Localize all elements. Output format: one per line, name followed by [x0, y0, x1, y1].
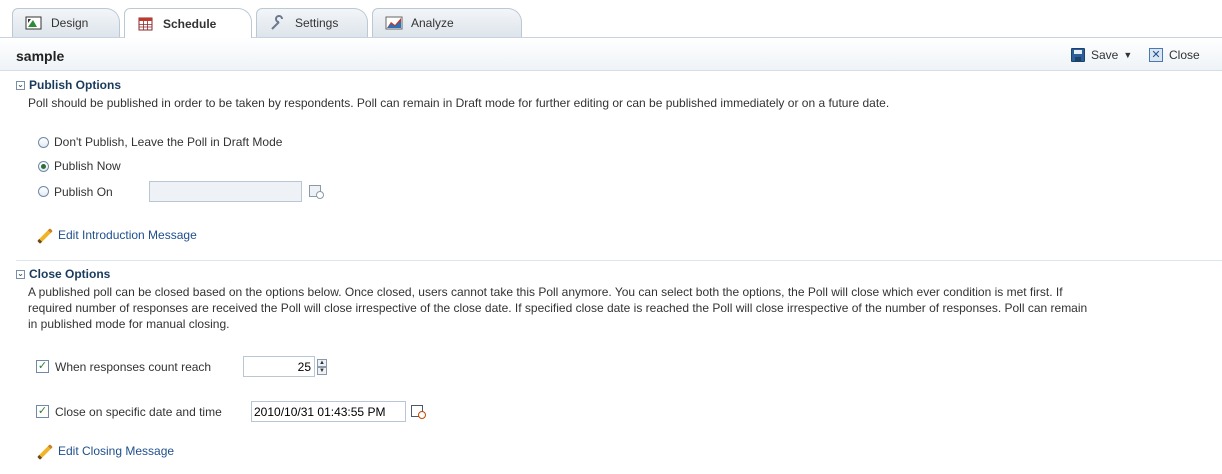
close-date-input[interactable]	[251, 401, 406, 422]
stepper-down-icon[interactable]: ▼	[317, 366, 327, 375]
edit-closing-message-label: Edit Closing Message	[58, 444, 175, 458]
close-description-line: in published mode for manual closing.	[28, 317, 230, 331]
edit-closing-message-link[interactable]: Edit Closing Message	[34, 443, 174, 459]
close-icon: ✕	[1149, 48, 1163, 62]
responses-checkbox[interactable]: ✓	[36, 360, 49, 373]
tab-settings-label: Settings	[295, 16, 339, 30]
tab-design-label: Design	[51, 16, 89, 30]
wrench-icon	[269, 15, 287, 31]
close-button[interactable]: ✕ Close	[1149, 48, 1200, 62]
close-description: A published poll can be closed based on …	[28, 284, 1220, 332]
edit-introduction-message-label: Edit Introduction Message	[58, 228, 197, 242]
calendar-grid-icon	[137, 16, 155, 32]
responses-count-row: ✓ When responses count reach ▲ ▼	[36, 356, 327, 377]
tab-schedule-label: Schedule	[163, 16, 217, 31]
collapse-icon[interactable]: ⌄	[16, 269, 25, 279]
radio-publish-on[interactable]: Publish On	[38, 181, 326, 202]
publish-description: Poll should be published in order to be …	[28, 96, 890, 110]
design-icon	[25, 15, 43, 31]
close-date-label: Close on specific date and time	[55, 404, 222, 419]
radio-publish-now-label: Publish Now	[54, 159, 121, 173]
save-label: Save	[1091, 48, 1119, 62]
publish-on-date-input[interactable]	[149, 181, 302, 202]
close-date-checkbox[interactable]: ✓	[36, 405, 49, 418]
stepper-up-icon[interactable]: ▲	[317, 358, 327, 367]
radio-button[interactable]	[38, 160, 49, 172]
radio-button[interactable]	[38, 136, 49, 148]
publish-options-header[interactable]: ⌄ Publish Options	[16, 75, 121, 95]
radio-publish-now[interactable]: Publish Now	[38, 159, 121, 173]
close-label: Close	[1169, 48, 1200, 62]
radio-draft[interactable]: Don't Publish, Leave the Poll in Draft M…	[38, 135, 282, 149]
close-date-row: ✓ Close on specific date and time	[36, 401, 428, 422]
quantity-stepper[interactable]: ▲ ▼	[317, 358, 327, 375]
publish-options-title: Publish Options	[29, 78, 121, 92]
page-title: sample	[16, 48, 65, 64]
close-options-header[interactable]: ⌄ Close Options	[16, 264, 110, 284]
tab-schedule[interactable]: Schedule	[124, 8, 252, 38]
tab-settings[interactable]: Settings	[256, 8, 368, 37]
page-header: sample Save ▼ ✕ Close	[0, 38, 1222, 71]
calendar-icon[interactable]	[308, 183, 326, 201]
pencil-icon	[34, 443, 54, 459]
responses-label: When responses count reach	[55, 359, 212, 374]
tab-analyze[interactable]: Analyze	[372, 8, 522, 37]
edit-introduction-message-link[interactable]: Edit Introduction Message	[34, 227, 197, 243]
save-icon	[1071, 48, 1085, 62]
section-divider	[16, 260, 1222, 261]
save-button[interactable]: Save ▼	[1071, 48, 1132, 62]
close-description-line: A published poll can be closed based on …	[28, 285, 1063, 299]
radio-button[interactable]	[38, 186, 49, 197]
pencil-icon	[34, 227, 54, 243]
responses-count-input[interactable]	[243, 356, 315, 377]
tab-bar: Design Schedule Settings Analyze	[0, 0, 1222, 38]
chevron-down-icon[interactable]: ▼	[1123, 50, 1132, 60]
calendar-icon[interactable]	[410, 403, 428, 421]
tab-design[interactable]: Design	[12, 8, 120, 37]
collapse-icon[interactable]: ⌄	[16, 80, 25, 90]
radio-publish-on-label: Publish On	[54, 184, 113, 199]
close-options-title: Close Options	[29, 267, 111, 281]
radio-draft-label: Don't Publish, Leave the Poll in Draft M…	[54, 135, 283, 149]
tab-analyze-label: Analyze	[411, 16, 454, 30]
chart-icon	[385, 15, 403, 31]
close-description-line: required number of responses are receive…	[28, 301, 1088, 315]
